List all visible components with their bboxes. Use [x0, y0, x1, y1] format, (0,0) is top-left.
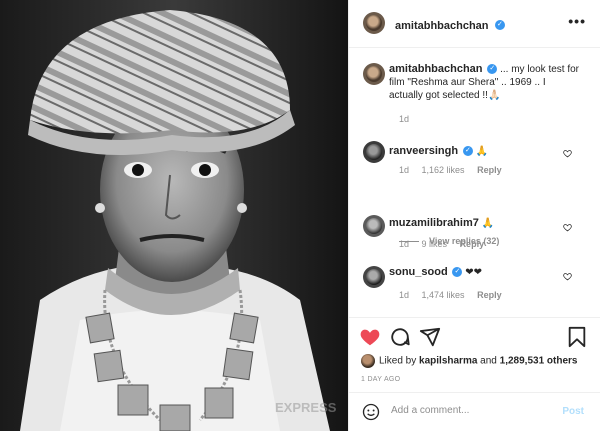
commenter-avatar[interactable] — [363, 141, 385, 163]
comment-text: 🙏 — [481, 218, 495, 229]
more-options-icon[interactable]: ••• — [568, 13, 586, 29]
add-comment-bar: Post — [349, 392, 600, 433]
author-avatar[interactable] — [363, 12, 385, 34]
author-username[interactable]: amitabhbachchan — [395, 20, 489, 32]
post-actions: Liked by kapilsharma and 1,289,531 other… — [349, 317, 600, 432]
reply-button[interactable]: Reply — [477, 290, 502, 300]
comment-input[interactable] — [389, 404, 543, 417]
commenter-avatar[interactable] — [363, 215, 385, 237]
post-comment-button[interactable]: Post — [562, 406, 584, 417]
likes-summary[interactable]: Liked by kapilsharma and 1,289,531 other… — [361, 354, 577, 368]
comment-text: 🙏 — [475, 146, 489, 157]
verified-icon: ✓ — [487, 64, 498, 75]
post-time[interactable]: 1 DAY AGO — [361, 376, 400, 383]
comment-likes[interactable]: 1,162 likes — [422, 165, 465, 175]
comment-likes[interactable]: 9 likes — [422, 239, 448, 249]
comment-username[interactable]: ranveersingh — [389, 145, 458, 157]
verified-icon: ✓ — [462, 146, 473, 157]
verified-icon: ✓ — [494, 19, 505, 30]
comment-body: sonu_sood ✓ ❤❤ — [389, 266, 482, 279]
likes-count[interactable]: 1,289,531 others — [500, 356, 578, 367]
author-line: amitabhbachchan ✓ — [395, 16, 505, 34]
bookmark-icon[interactable] — [566, 326, 588, 348]
caption-time[interactable]: 1d — [399, 114, 419, 124]
comment-like-icon[interactable] — [563, 223, 572, 232]
comment-like-icon[interactable] — [563, 272, 572, 281]
comment-text: ❤❤ — [465, 267, 482, 278]
share-icon[interactable] — [419, 326, 441, 348]
verified-icon: ✓ — [452, 267, 463, 278]
post-photo[interactable]: EXPRESS — [0, 0, 348, 431]
caption-username[interactable]: amitabhbachchan — [389, 63, 483, 75]
commenter-avatar[interactable] — [363, 266, 385, 288]
comment-username[interactable]: muzamilibrahim7 — [389, 217, 479, 229]
comment-meta: 1d 9 likes Reply — [399, 239, 494, 249]
liker-avatar[interactable] — [361, 354, 375, 368]
comment-time[interactable]: 1d — [399, 239, 409, 249]
caption: amitabhbachchan ✓ ... my look test for f… — [389, 63, 579, 102]
comment-username[interactable]: sonu_sood — [389, 266, 448, 278]
comment-time[interactable]: 1d — [399, 165, 409, 175]
reply-button[interactable]: Reply — [460, 239, 485, 249]
comment-meta: 1d 1,474 likes Reply — [399, 290, 512, 300]
comment-body: muzamilibrahim7 🙏 — [389, 217, 494, 230]
emoji-icon[interactable] — [362, 403, 380, 421]
comment-body: ranveersingh ✓ 🙏 — [389, 145, 488, 158]
comment-like-icon[interactable] — [563, 149, 572, 158]
liker-username[interactable]: kapilsharma — [419, 356, 477, 367]
comment-time[interactable]: 1d — [399, 290, 409, 300]
reply-button[interactable]: Reply — [477, 165, 502, 175]
post-detail-panel: amitabhbachchan ✓ ••• amitabhbachchan ✓ … — [348, 0, 600, 431]
comment-icon[interactable] — [389, 326, 411, 348]
watermark-text: EXPRESS — [275, 400, 337, 415]
post-header: amitabhbachchan ✓ ••• — [349, 0, 600, 48]
comment-likes[interactable]: 1,474 likes — [422, 290, 465, 300]
heart-filled-icon[interactable] — [359, 326, 381, 348]
comment-meta: 1d 1,162 likes Reply — [399, 165, 512, 175]
comments-list[interactable]: amitabhbachchan ✓ ... my look test for f… — [349, 48, 600, 316]
caption-avatar[interactable] — [363, 63, 385, 85]
